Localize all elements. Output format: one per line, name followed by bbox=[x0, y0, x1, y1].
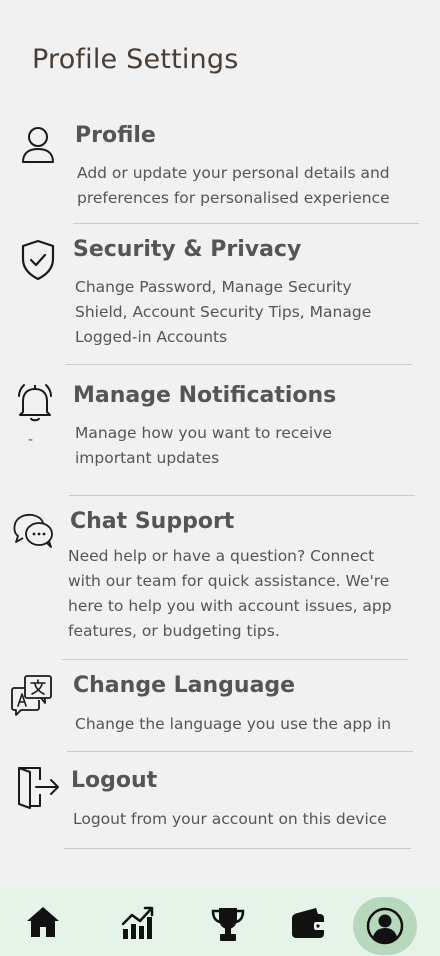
menu-item-title: Manage Notifications bbox=[73, 383, 337, 408]
profile-icon[interactable] bbox=[366, 907, 404, 945]
menu-item-description: Need help or have a question? Connect wi… bbox=[68, 547, 392, 640]
menu-item-chat-support[interactable]: Chat Support Need help or have a questio… bbox=[0, 506, 440, 656]
menu-item-description: Add or update your personal details and … bbox=[77, 164, 390, 207]
chat-bubbles-icon bbox=[13, 513, 53, 548]
marker-text: - bbox=[28, 432, 34, 448]
menu-item-title: Logout bbox=[71, 768, 158, 793]
divider bbox=[73, 223, 419, 224]
menu-item-security-privacy[interactable]: Security & Privacy Change Password, Mana… bbox=[0, 232, 440, 362]
menu-item-title: Security & Privacy bbox=[73, 237, 302, 262]
menu-item-change-language[interactable]: Change Language Change the language you … bbox=[0, 670, 440, 750]
page-title: Profile Settings bbox=[32, 44, 239, 75]
home-icon[interactable] bbox=[25, 904, 61, 940]
analytics-icon[interactable] bbox=[120, 905, 156, 941]
menu-item-title: Chat Support bbox=[70, 509, 235, 534]
divider bbox=[67, 751, 413, 752]
menu-item-profile[interactable]: Profile Add or update your personal deta… bbox=[0, 118, 440, 224]
menu-item-notifications[interactable]: - Manage Notifications Manage how you wa… bbox=[0, 378, 440, 494]
divider bbox=[64, 848, 411, 849]
divider bbox=[66, 364, 412, 365]
translate-icon bbox=[11, 675, 52, 716]
menu-item-description: Logout from your account on this device bbox=[73, 810, 387, 828]
menu-item-title: Profile bbox=[75, 123, 156, 148]
logout-icon bbox=[18, 767, 59, 809]
wallet-icon[interactable] bbox=[290, 906, 328, 940]
menu-item-title: Change Language bbox=[73, 673, 296, 698]
divider bbox=[69, 495, 415, 496]
menu-item-logout[interactable]: Logout Logout from your account on this … bbox=[0, 762, 440, 846]
user-icon bbox=[22, 127, 54, 163]
divider bbox=[62, 659, 408, 660]
menu-item-description: Change Password, Manage Security Shield,… bbox=[75, 278, 372, 346]
menu-item-description: Manage how you want to receive important… bbox=[75, 424, 332, 467]
shield-check-icon bbox=[21, 239, 55, 281]
bottom-navigation bbox=[0, 888, 440, 956]
trophy-icon[interactable] bbox=[210, 905, 246, 943]
profile-settings-screen: Profile Settings Profile Add or update y… bbox=[0, 0, 440, 956]
bell-icon bbox=[18, 384, 52, 422]
menu-item-description: Change the language you use the app in bbox=[75, 715, 392, 733]
